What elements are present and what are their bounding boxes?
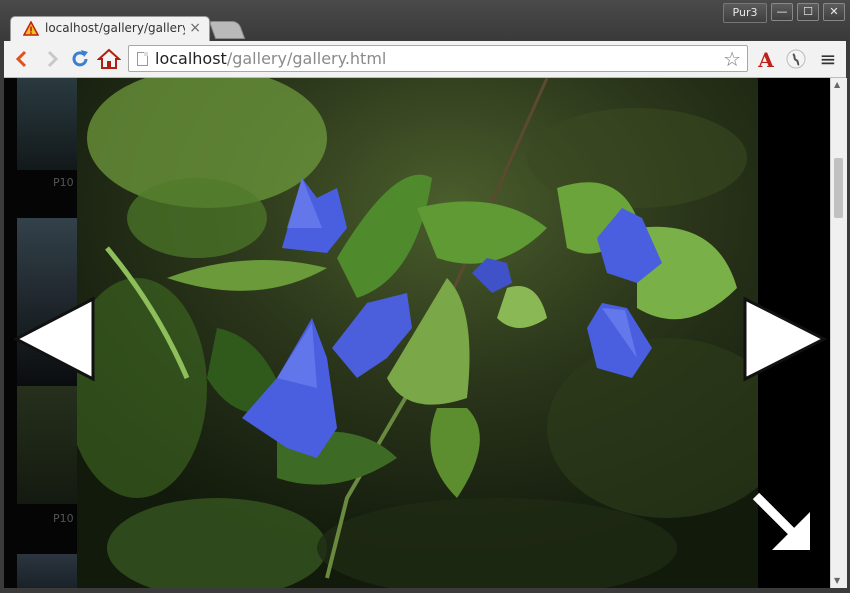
tab-gallery[interactable]: localhost/gallery/gallery.html ×: [10, 16, 210, 42]
triangle-left-icon: [12, 296, 95, 382]
thumbnail[interactable]: [17, 554, 77, 588]
fullscreen-button[interactable]: [748, 488, 814, 554]
url-path: /gallery/gallery.html: [226, 49, 387, 68]
maximize-button[interactable]: ☐: [797, 3, 819, 21]
tab-strip: localhost/gallery/gallery.html × Pur3 — …: [0, 0, 850, 42]
tab-title: localhost/gallery/gallery.html: [45, 21, 185, 35]
warning-icon: [23, 21, 39, 36]
thumbnail[interactable]: [17, 386, 77, 504]
minimize-button[interactable]: —: [771, 3, 793, 21]
forward-button[interactable]: [40, 47, 64, 71]
bookmark-star-icon[interactable]: ☆: [723, 47, 741, 71]
page-content: P10 P10: [4, 78, 830, 588]
url-host: localhost: [155, 49, 227, 68]
photo-image: [77, 78, 758, 588]
letter-a-icon: A: [757, 48, 774, 72]
next-image-button[interactable]: [742, 296, 828, 382]
gallery-photo: [77, 78, 758, 588]
new-tab-button[interactable]: [208, 21, 246, 39]
chevron-right-icon: [47, 50, 59, 68]
chevron-left-icon: [15, 50, 27, 68]
home-icon: [96, 48, 122, 69]
vertical-scrollbar[interactable]: ▲ ▼: [830, 78, 847, 588]
scroll-up-icon[interactable]: ▲: [834, 80, 840, 89]
browser-window: localhost/gallery/gallery.html × Pur3 — …: [0, 0, 850, 593]
svg-text:A: A: [757, 48, 774, 71]
scroll-down-icon[interactable]: ▼: [834, 576, 840, 585]
triangle-right-icon: [743, 296, 828, 382]
back-button[interactable]: [10, 47, 34, 71]
arrow-down-right-icon: [752, 492, 810, 550]
extension-a-button[interactable]: A: [754, 47, 778, 72]
thumbnail-label: P10: [53, 176, 74, 189]
thumbnail-label: P10: [53, 512, 74, 525]
previous-image-button[interactable]: [12, 296, 96, 382]
reload-button[interactable]: [68, 47, 92, 71]
tab-close-icon[interactable]: ×: [189, 20, 201, 36]
browser-toolbar: localhost/gallery/gallery.html ☆ A ≡: [4, 41, 846, 78]
close-window-button[interactable]: ✕: [823, 3, 845, 21]
script-extension-icon: [786, 49, 806, 69]
extension-script-button[interactable]: [784, 47, 808, 71]
scroll-thumb[interactable]: [834, 158, 843, 218]
address-bar[interactable]: localhost/gallery/gallery.html ☆: [128, 45, 748, 72]
menu-button[interactable]: ≡: [816, 47, 840, 71]
url-text: localhost/gallery/gallery.html: [155, 49, 386, 68]
thumbnail[interactable]: [17, 78, 77, 170]
home-button[interactable]: [96, 47, 122, 71]
page-icon: [137, 52, 148, 66]
reload-icon: [72, 50, 88, 67]
profile-button[interactable]: Pur3: [723, 3, 767, 23]
